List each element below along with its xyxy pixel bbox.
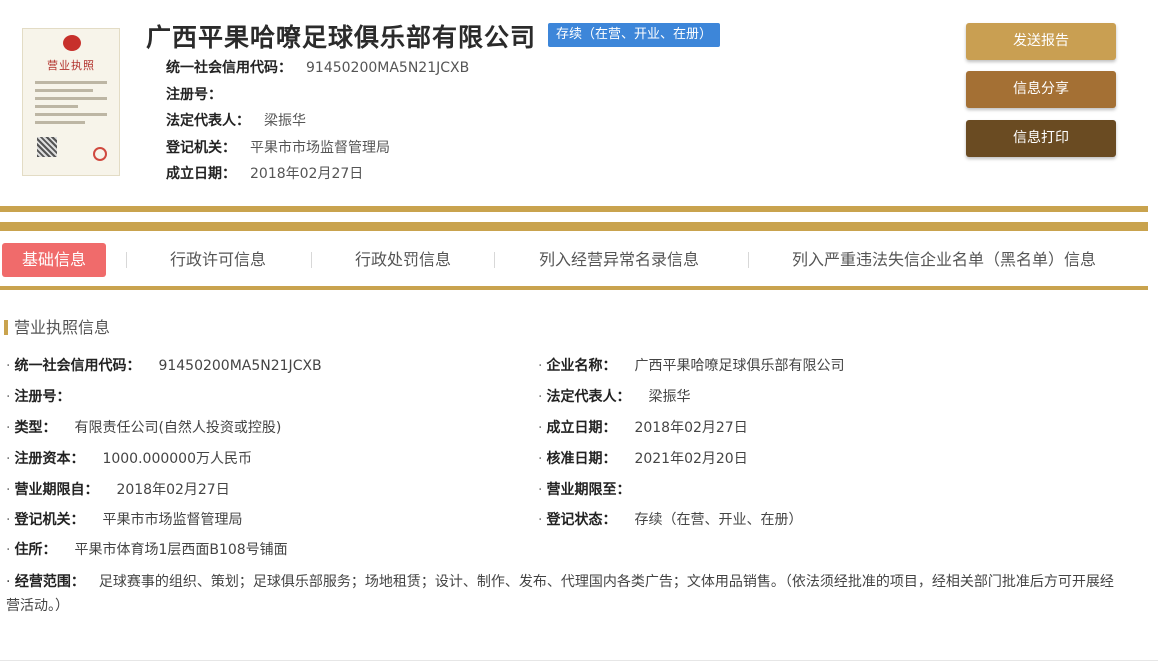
field-label: 成立日期： — [546, 420, 617, 436]
field-term-from: · 营业期限自： 2018年02月27日 — [6, 479, 230, 499]
field-reg-no: · 注册号： — [6, 386, 88, 406]
bullet-icon: · — [6, 389, 11, 405]
meta-founded-value: 2018年02月27日 — [250, 166, 364, 182]
field-legal-rep: · 法定代表人： 梁振华 — [538, 386, 690, 406]
field-value: 2021年02月20日 — [634, 451, 748, 467]
info-tabs: 基础信息 行政许可信息 行政处罚信息 列入经营异常名录信息 列入严重违法失信企业… — [0, 243, 1148, 277]
field-label: 核准日期： — [546, 451, 617, 467]
bullet-icon: · — [538, 420, 543, 436]
field-value: 广西平果哈嘹足球俱乐部有限公司 — [634, 358, 845, 374]
section-marker-icon — [4, 320, 8, 335]
field-label: 营业期限至： — [546, 482, 631, 498]
field-label: 注册号： — [14, 389, 71, 405]
meta-reg-no-label: 注册号： — [166, 87, 222, 103]
bullet-icon: · — [6, 451, 11, 467]
bullet-icon: · — [6, 420, 11, 436]
meta-reg-no: 注册号： — [166, 84, 236, 104]
meta-legal-rep-value: 梁振华 — [264, 113, 306, 129]
bullet-icon: · — [6, 542, 11, 558]
field-label: 注册资本： — [14, 451, 85, 467]
field-label: 住所： — [14, 542, 57, 558]
tab-blacklist[interactable]: 列入严重违法失信企业名单（黑名单）信息 — [792, 243, 1096, 277]
field-label: 登记机关： — [14, 512, 85, 528]
status-badge: 存续（在营、开业、在册） — [548, 23, 721, 47]
field-value: 2018年02月27日 — [634, 420, 748, 436]
bullet-icon: · — [6, 482, 11, 498]
tab-separator — [311, 252, 312, 268]
field-term-to: · 营业期限至： — [538, 479, 648, 499]
meta-authority: 登记机关： 平果市市场监督管理局 — [166, 137, 390, 157]
bullet-icon: · — [538, 482, 543, 498]
tab-separator — [494, 252, 495, 268]
footer-divider — [0, 660, 1158, 661]
field-business-scope: · 经营范围： 足球赛事的组织、策划；足球俱乐部服务；场地租赁；设计、制作、发布、… — [6, 570, 1126, 618]
field-type: · 类型： 有限责任公司(自然人投资或控股) — [6, 417, 281, 437]
field-label: 经营范围： — [14, 574, 85, 590]
meta-founded: 成立日期： 2018年02月27日 — [166, 163, 363, 183]
bullet-icon: · — [538, 358, 543, 374]
section-title: 营业执照信息 — [4, 314, 110, 338]
field-value: 存续（在营、开业、在册） — [634, 512, 803, 528]
field-value: 足球赛事的组织、策划；足球俱乐部服务；场地租赁；设计、制作、发布、代理国内各类广… — [6, 574, 1114, 614]
field-value: 1000.000000万人民币 — [102, 451, 252, 467]
bullet-icon: · — [538, 451, 543, 467]
meta-credit-code: 统一社会信用代码： 91450200MA5N21JCXB — [166, 57, 469, 77]
divider-bar-top — [0, 206, 1148, 212]
meta-authority-label: 登记机关： — [166, 140, 236, 156]
field-value: 平果市市场监督管理局 — [102, 512, 243, 528]
divider-bar-bottom — [0, 286, 1148, 290]
field-value: 2018年02月27日 — [116, 482, 230, 498]
field-value: 91450200MA5N21JCXB — [158, 358, 322, 374]
field-value: 梁振华 — [648, 389, 691, 405]
field-label: 统一社会信用代码： — [14, 358, 141, 374]
field-capital: · 注册资本： 1000.000000万人民币 — [6, 448, 252, 468]
bullet-icon: · — [6, 512, 11, 528]
business-license-image[interactable]: 营业执照 — [22, 28, 120, 176]
divider-bar-mid — [0, 222, 1148, 231]
seal-icon — [93, 147, 107, 161]
meta-credit-code-value: 91450200MA5N21JCXB — [306, 60, 470, 76]
tab-admin-penalty[interactable]: 行政处罚信息 — [355, 243, 451, 277]
share-info-button[interactable]: 信息分享 — [966, 71, 1116, 108]
field-label: 类型： — [14, 420, 57, 436]
company-header: 营业执照 广西平果哈嘹足球俱乐部有限公司 存续（在营、开业、在册） 统一社会信用… — [0, 0, 1158, 200]
field-approved: · 核准日期： 2021年02月20日 — [538, 448, 748, 468]
field-founded: · 成立日期： 2018年02月27日 — [538, 417, 748, 437]
field-address: · 住所： 平果市体育场1层西面B108号铺面 — [6, 539, 288, 559]
tab-abnormal-list[interactable]: 列入经营异常名录信息 — [539, 243, 699, 277]
tab-separator — [126, 252, 127, 268]
national-emblem-icon — [63, 35, 81, 51]
field-credit-code: · 统一社会信用代码： 91450200MA5N21JCXB — [6, 355, 322, 375]
meta-legal-rep-label: 法定代表人： — [166, 113, 250, 129]
field-label: 登记状态： — [546, 512, 617, 528]
field-label: 法定代表人： — [546, 389, 631, 405]
meta-legal-rep: 法定代表人： 梁振华 — [166, 110, 306, 130]
bullet-icon: · — [538, 389, 543, 405]
print-info-button[interactable]: 信息打印 — [966, 120, 1116, 157]
meta-founded-label: 成立日期： — [166, 166, 236, 182]
bullet-icon: · — [6, 358, 11, 374]
field-authority: · 登记机关： 平果市市场监督管理局 — [6, 509, 242, 529]
field-value: 平果市体育场1层西面B108号铺面 — [74, 542, 288, 558]
company-name: 广西平果哈嘹足球俱乐部有限公司 — [146, 23, 537, 52]
tab-separator — [748, 252, 749, 268]
meta-credit-code-label: 统一社会信用代码： — [166, 60, 292, 76]
tab-admin-license[interactable]: 行政许可信息 — [170, 243, 266, 277]
qr-code-icon — [37, 137, 57, 157]
bullet-icon: · — [538, 512, 543, 528]
section-title-text: 营业执照信息 — [14, 318, 111, 337]
bullet-icon: · — [6, 574, 11, 590]
field-reg-status: · 登记状态： 存续（在营、开业、在册） — [538, 509, 802, 529]
field-label: 营业期限自： — [14, 482, 99, 498]
field-value: 有限责任公司(自然人投资或控股) — [74, 420, 282, 436]
send-report-button[interactable]: 发送报告 — [966, 23, 1116, 60]
meta-authority-value: 平果市市场监督管理局 — [250, 140, 390, 156]
tab-basic-info[interactable]: 基础信息 — [2, 243, 106, 277]
license-text-lines — [35, 81, 107, 129]
field-label: 企业名称： — [546, 358, 617, 374]
license-title: 营业执照 — [47, 59, 95, 72]
field-company-name: · 企业名称： 广西平果哈嘹足球俱乐部有限公司 — [538, 355, 844, 375]
